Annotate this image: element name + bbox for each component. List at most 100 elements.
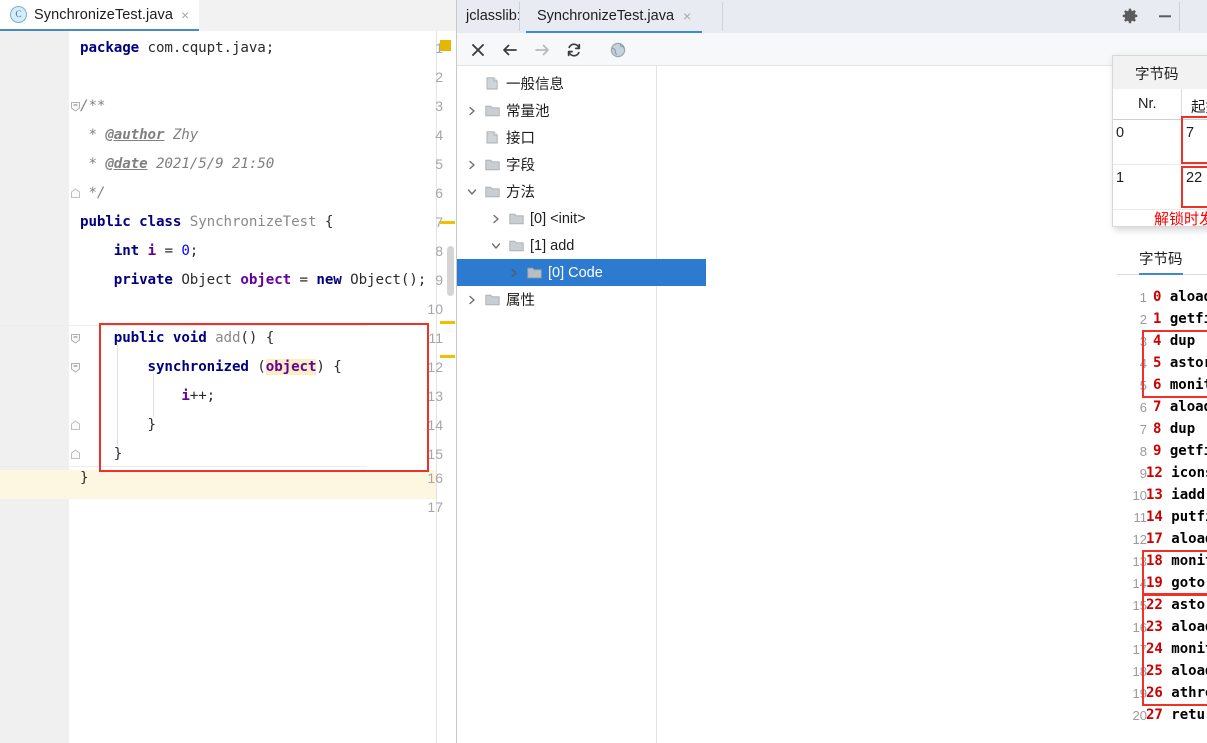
chevron-right-icon[interactable] [465,158,479,172]
bytecode-line-number: 5 [1139,378,1147,393]
bytecode-mnemonic: getfield [1169,443,1207,459]
bytecode-instruction[interactable]: 8 dup [1153,421,1195,437]
line-number: 8 [435,243,443,259]
tree-item-method-init[interactable]: [0] <init> [457,205,688,232]
bytecode-instruction[interactable]: 5 astore_1 [1153,355,1207,371]
editor-change-marker[interactable] [440,321,455,324]
bytecode-mnemonic: athrow [1171,685,1207,701]
bytecode-line-number: 3 [1139,334,1147,349]
tree-item-label: [0] <init> [530,210,586,227]
bytecode-mnemonic: monitorexit [1171,553,1207,569]
bytecode-mnemonic: monitorexit [1171,641,1207,657]
tree-item-methods[interactable]: 方法 [457,178,664,205]
bytecode-line-number: 14 [1132,576,1147,591]
tree-item-code-attribute[interactable]: [0] Code [457,259,706,286]
cell-nr: 1 [1116,170,1125,186]
gear-icon[interactable] [1122,8,1138,27]
tree-item-attributes[interactable]: 属性 [457,286,664,313]
editor-change-marker[interactable] [440,355,455,358]
tab-bytecode[interactable]: 字节码 [1139,248,1183,275]
chevron-down-icon[interactable] [465,185,479,199]
chevron-right-icon[interactable] [489,212,503,226]
tree-item-label: [0] Code [548,264,603,281]
bytecode-instruction[interactable]: 4 dup [1153,333,1195,349]
column-header-start-pc[interactable]: 起始PC [1191,96,1207,117]
bytecode-offset: 1 [1153,311,1162,327]
bytecode-instruction[interactable]: 0 aload_0 [1153,289,1207,305]
close-icon[interactable] [469,41,487,59]
bytecode-instruction[interactable]: 14 putfield #2 <com/cqupt/java/Synchroni… [1146,509,1207,525]
bytecode-instruction[interactable]: 17 aload_1 [1146,531,1207,547]
editor-scrollbar-thumb[interactable] [447,246,454,296]
editor-tab-bar: C SynchronizeTest.java × [0,0,456,31]
bytecode-mnemonic: putfield [1171,509,1207,525]
minimize-icon[interactable] [1157,8,1173,27]
tree-item-label: 接口 [506,131,535,147]
bytecode-offset: 25 [1146,663,1163,679]
bytecode-instruction[interactable]: 9 getfield #2 <com/cqupt/java/Synchroniz… [1153,443,1207,459]
bytecode-instruction[interactable]: 19 goto 27 (+8) [1146,575,1207,591]
bytecode-offset: 8 [1153,421,1162,437]
indent-guide [117,345,118,446]
bytecode-instruction[interactable]: 23 aload_1 [1146,619,1207,635]
close-icon[interactable]: × [683,9,691,23]
bytecode-offset: 12 [1146,465,1163,481]
bytecode-mnemonic: getfield [1169,311,1207,327]
line-number: 4 [435,127,443,143]
tool-tab-label: SynchronizeTest.java [537,7,675,24]
bytecode-instruction[interactable]: 18 monitorexit [1146,553,1207,569]
back-icon[interactable] [501,41,519,59]
column-header-nr[interactable]: Nr. [1138,96,1157,112]
code-block-separator [0,325,367,326]
tree-item-interfaces[interactable]: 接口 [457,124,684,151]
tree-item-label: [1] add [530,237,575,254]
bytecode-instruction[interactable]: 1 getfield #4 <com/cqupt/java/Synchroniz… [1153,311,1207,327]
chevron-right-icon[interactable] [507,266,521,280]
line-number: 16 [427,470,443,486]
exception-table-row[interactable]: 0 7 19 22 cp_info #0 any [1113,120,1207,165]
tree-item-method-add[interactable]: [1] add [457,232,688,259]
chevron-right-icon[interactable] [465,293,479,307]
bytecode-offset: 27 [1146,707,1163,723]
file-icon [485,77,500,90]
bytecode-offset: 4 [1153,333,1162,349]
bytecode-instruction[interactable]: 7 aload_0 [1153,399,1207,415]
file-icon [485,131,500,144]
reload-icon[interactable] [565,41,583,59]
bytecode-instruction[interactable]: 25 aload_2 [1146,663,1207,679]
editor-change-marker[interactable] [440,221,455,224]
tool-tab-synchronizetest[interactable]: SynchronizeTest.java × [526,0,703,33]
bytecode-offset: 24 [1146,641,1163,657]
tool-window-toolbar [457,33,1207,91]
tree-item-fields[interactable]: 字段 [457,151,664,178]
line-number: 6 [435,185,443,201]
bytecode-instruction[interactable]: 26 athrow [1146,685,1207,701]
tab-bytecode[interactable]: 字节码 [1135,63,1179,84]
bytecode-offset: 0 [1153,289,1162,305]
editor-tab-synchronizetest[interactable]: C SynchronizeTest.java × [0,0,200,31]
code-line-4: * @author Zhy [80,127,199,143]
bytecode-instruction[interactable]: 13 iadd [1146,487,1205,503]
tree-item-constant-pool[interactable]: 常量池 [457,97,664,124]
close-icon[interactable]: × [181,8,189,22]
bytecode-line-number: 20 [1132,708,1147,723]
code-line-1: package com.cqupt.java; [80,40,275,56]
tree-item-label: 属性 [506,293,535,309]
exception-table-row[interactable]: 1 22 25 22 cp_info #0 any [1113,165,1207,210]
bytecode-instruction[interactable]: 24 monitorexit [1146,641,1207,657]
bytecode-instruction[interactable]: 12 iconst_1 [1146,465,1207,481]
bytecode-instruction[interactable]: 27 return [1146,707,1207,723]
chevron-right-icon[interactable] [465,104,479,118]
line-number: 17 [427,499,443,515]
browse-icon[interactable] [609,41,627,59]
bytecode-instruction[interactable]: 6 monitorenter [1153,377,1207,393]
folder-icon [485,104,500,117]
cell-start-pc: 22 [1186,170,1203,186]
tree-item-general-info[interactable]: 一般信息 [457,70,684,97]
code-line-5: * @date 2021/5/9 21:50 [80,156,275,172]
chevron-down-icon[interactable] [489,239,503,253]
class-structure-tree[interactable]: 一般信息 常量池 接口 字段 方法 [0] <init> [1] add [0]… [457,66,706,743]
cell-nr: 0 [1116,125,1125,141]
editor-warning-marker[interactable] [440,40,451,51]
bytecode-instruction[interactable]: 22 astore_2 [1146,597,1207,613]
